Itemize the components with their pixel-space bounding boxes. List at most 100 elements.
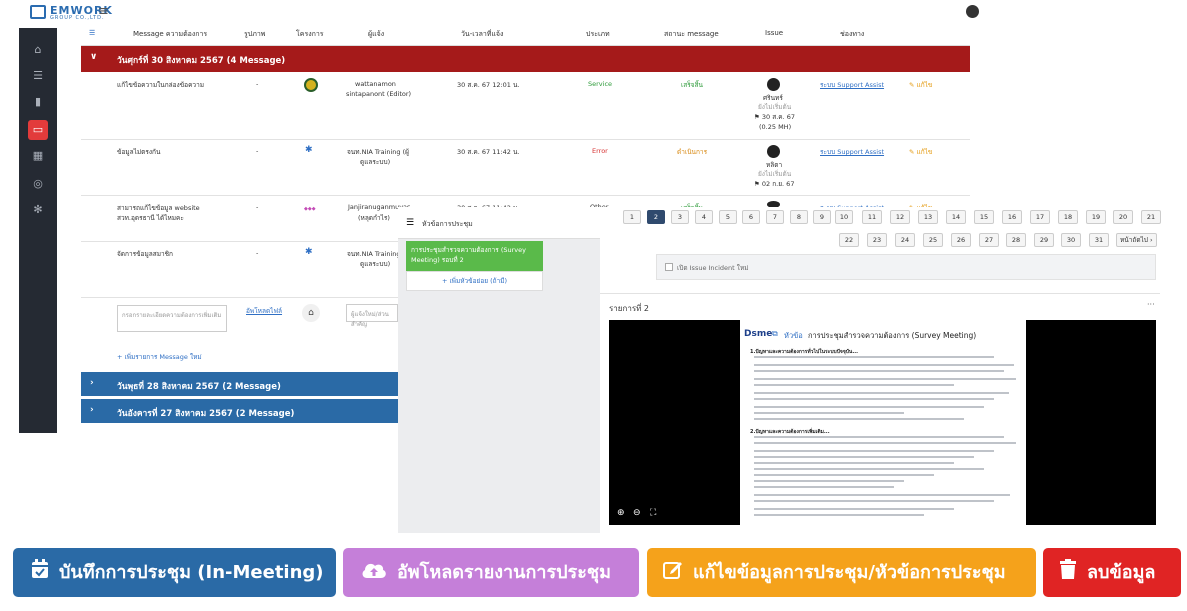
doc-text-line [754, 508, 954, 510]
cloud-upload-icon [361, 549, 387, 598]
doc-text-line [754, 468, 984, 470]
upload-file-link[interactable]: อัพโหลดไฟล์ [246, 306, 282, 316]
page-button[interactable]: 7 [766, 210, 784, 224]
row3-message: สามารถแก้ไขข้อมูล website [117, 204, 200, 212]
group-header-closed[interactable]: › วันพุธที่ 28 สิงหาคม 2567 (2 Message) [81, 372, 401, 396]
page-button[interactable]: 28 [1006, 233, 1026, 247]
row2-issue-date: 02 ก.ย. 67 [761, 180, 795, 188]
page-button[interactable]: 14 [946, 210, 966, 224]
col-channel: ช่องทาง [840, 30, 865, 38]
chat-icon[interactable]: ▭ [28, 120, 48, 140]
reporter-input[interactable]: ผู้แจ้งใหม่/ส่วนสำคัญ [346, 304, 398, 328]
calendar-icon[interactable]: ▦ [28, 146, 48, 166]
page-button[interactable]: 5 [719, 210, 737, 224]
add-message-link[interactable]: + เพิ่มรายการ Message ใหม่ [117, 352, 202, 362]
row-divider [81, 297, 398, 298]
page-button[interactable]: 9 [813, 210, 831, 224]
page-button[interactable]: 29 [1034, 233, 1054, 247]
doc-text-line [754, 514, 924, 516]
page-button[interactable]: 21 [1141, 210, 1161, 224]
user-avatar[interactable] [966, 5, 979, 18]
doc-text-line [754, 378, 1016, 380]
row2-edit-link[interactable]: ✎ แก้ไข [909, 147, 932, 157]
incident-box: เปิด Issue Incident ใหม่ [656, 254, 1156, 280]
row2-reporter-role: ดูแลระบบ) [360, 158, 391, 166]
page-button[interactable]: 10 [835, 210, 853, 224]
page-button[interactable]: 24 [895, 233, 915, 247]
incident-checkbox[interactable] [665, 263, 673, 271]
chart-icon[interactable]: ▮ [28, 92, 48, 112]
page-button[interactable]: 6 [742, 210, 760, 224]
page-button[interactable]: 27 [979, 233, 999, 247]
issue-avatar [767, 145, 780, 158]
col-type: ประเภท [586, 30, 610, 38]
page-button[interactable]: 26 [951, 233, 971, 247]
edit-meeting-button[interactable]: แก้ไขข้อมูลการประชุม/หัวข้อการประชุม [647, 548, 1036, 597]
page-button[interactable]: 23 [867, 233, 887, 247]
menu-toggle-icon[interactable]: ≡ [98, 4, 109, 19]
gear-icon[interactable]: ✻ [28, 200, 48, 220]
delete-button[interactable]: ลบข้อมูล [1043, 548, 1181, 597]
add-subtopic-button[interactable]: + เพิ่มหัวข้อย่อย (ถ้ามี) [406, 271, 543, 291]
home-icon[interactable]: ⌂ [302, 304, 320, 322]
doc-text-line [754, 418, 964, 420]
group-header-closed[interactable]: › วันอังคารที่ 27 สิงหาคม 2567 (2 Messag… [81, 399, 401, 423]
edit-meeting-label: แก้ไขข้อมูลการประชุม/หัวข้อการประชุม [693, 562, 1006, 583]
page-button[interactable]: 18 [1058, 210, 1078, 224]
doc-text-line [754, 406, 984, 408]
chevron-right-icon: › [90, 405, 94, 415]
group-header-open[interactable]: ∨ วันศุกร์ที่ 30 สิงหาคม 2567 (4 Message… [81, 46, 970, 72]
check-circle-icon[interactable]: ◎ [28, 174, 48, 194]
page-button[interactable]: 12 [890, 210, 910, 224]
row1-edit-link[interactable]: ✎ แก้ไข [909, 80, 932, 90]
row1-issue-hours: (0.25 MH) [759, 123, 792, 131]
more-menu-icon[interactable]: ··· [1147, 300, 1155, 309]
row1-issue-state: ยังไม่เริ่มต้น [758, 103, 792, 111]
record-meeting-button[interactable]: บันทึกการประชุม (In-Meeting) [13, 548, 336, 597]
page-button[interactable]: 25 [923, 233, 943, 247]
page-button[interactable]: 15 [974, 210, 994, 224]
doc-logo-icon: ⧉ [772, 329, 778, 338]
page-button[interactable]: 8 [790, 210, 808, 224]
chevron-right-icon: › [90, 378, 94, 388]
row1-image: - [256, 80, 259, 88]
row1-channel-link[interactable]: ระบบ Support Assist [820, 80, 884, 90]
row1-reporter: wattanamon [355, 80, 396, 88]
page-button[interactable]: 19 [1086, 210, 1106, 224]
doc-text-line [754, 494, 1010, 496]
next-page-button[interactable]: หน้าถัดไป › [1116, 233, 1157, 247]
home-icon[interactable]: ⌂ [28, 40, 48, 60]
page-button[interactable]: 17 [1030, 210, 1050, 224]
page-button[interactable]: 31 [1089, 233, 1109, 247]
page-button[interactable]: 2 [647, 210, 665, 224]
doc-text-line [754, 392, 1009, 394]
list-icon[interactable]: ☰ [28, 66, 48, 86]
doc-text-line [754, 462, 954, 464]
page-button[interactable]: 13 [918, 210, 938, 224]
row1-reporter-role: sintapanont (Editor) [346, 90, 412, 98]
page-button[interactable]: 11 [862, 210, 882, 224]
fullscreen-icon[interactable]: ⛶ [650, 508, 656, 518]
page-button[interactable]: 3 [671, 210, 689, 224]
logo-icon [30, 5, 46, 19]
upload-report-button[interactable]: อัพโหลดรายงานการประชุม [343, 548, 639, 597]
page-button[interactable]: 1 [623, 210, 641, 224]
zoom-in-icon[interactable]: ⊕ [617, 508, 625, 518]
row-divider [81, 241, 398, 242]
page-button[interactable]: 4 [695, 210, 713, 224]
new-message-textarea[interactable]: กรอกรายละเอียดความต้องการเพิ่มเติม [117, 305, 227, 332]
row1-issue-date: 30 ส.ค. 67 [761, 113, 796, 121]
project-logo-icon: ✱ [305, 247, 313, 257]
doc-text-line [754, 480, 904, 482]
row4-message: จัดการข้อมูลสมาชิก [117, 250, 173, 258]
zoom-out-icon[interactable]: ⊖ [633, 508, 641, 518]
page-button[interactable]: 22 [839, 233, 859, 247]
agenda-item-card[interactable]: การประชุมสำรวจความต้องการ (Survey Meetin… [406, 241, 543, 271]
page-button[interactable]: 16 [1002, 210, 1022, 224]
page-button[interactable]: 30 [1061, 233, 1081, 247]
flag-icon: ⚑ [754, 180, 762, 188]
row1-edit-label: แก้ไข [916, 81, 933, 89]
row2-channel-link[interactable]: ระบบ Support Assist [820, 147, 884, 157]
page-button[interactable]: 20 [1113, 210, 1133, 224]
flag-icon: ⚑ [754, 113, 762, 121]
